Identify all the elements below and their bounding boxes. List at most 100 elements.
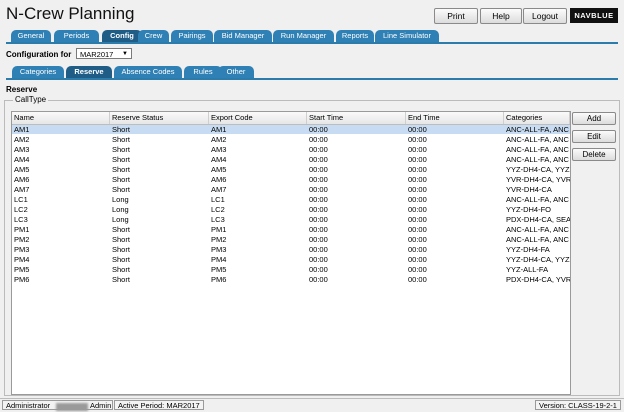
table-row[interactable]: PM1 Short PM1 00:00 00:00 ANC-ALL-FA, ANC xyxy=(12,225,570,234)
table-cell: YYZ-DH4-CA, YYZ xyxy=(506,165,570,174)
table-row[interactable]: AM1 Short AM1 00:00 00:00 ANC-ALL-FA, ANC xyxy=(12,125,570,134)
tab-crew[interactable]: Crew xyxy=(138,30,169,42)
table-cell: PM3 xyxy=(211,245,227,254)
table-cell: PM3 xyxy=(14,245,30,254)
table-cell: 00:00 xyxy=(408,205,427,214)
subtab-rules[interactable]: Rules xyxy=(184,66,222,78)
table-cell: 00:00 xyxy=(309,155,328,164)
delete-button[interactable]: Delete xyxy=(572,148,616,161)
table-row[interactable]: PM2 Short PM2 00:00 00:00 ANC-ALL-FA, ANC xyxy=(12,235,570,244)
status-bar: Administrator Admin Active Period: MAR20… xyxy=(0,398,624,412)
table-row[interactable]: PM3 Short PM3 00:00 00:00 YYZ-DH4-FA xyxy=(12,245,570,254)
table-cell: LC1 xyxy=(211,195,225,204)
table-cell: 00:00 xyxy=(309,135,328,144)
table-cell: PM6 xyxy=(14,275,30,284)
tab-line-simulator[interactable]: Line Simulator xyxy=(375,30,439,42)
table-row[interactable]: LC2 Long LC2 00:00 00:00 YYZ-DH4-FO xyxy=(12,205,570,214)
table-row[interactable]: AM4 Short AM4 00:00 00:00 ANC-ALL-FA, ANC xyxy=(12,155,570,164)
table-cell: Short xyxy=(112,225,130,234)
column-header-end-time[interactable]: End Time xyxy=(406,112,504,124)
status-username: Admin xyxy=(90,401,112,410)
table-cell: Short xyxy=(112,175,130,184)
tab-general[interactable]: General xyxy=(11,30,51,42)
table-cell: PM6 xyxy=(211,275,227,284)
table-cell: AM3 xyxy=(14,145,30,154)
subtab-reserve[interactable]: Reserve xyxy=(66,66,112,78)
table-cell: 00:00 xyxy=(309,165,328,174)
table-row[interactable]: LC1 Long LC1 00:00 00:00 ANC-ALL-FA, ANC xyxy=(12,195,570,204)
config-label: Configuration for xyxy=(6,50,72,59)
table-cell: Long xyxy=(112,205,129,214)
table-cell: 00:00 xyxy=(408,165,427,174)
table-cell: AM7 xyxy=(14,185,30,194)
table-cell: 00:00 xyxy=(408,265,427,274)
configuration-select[interactable]: MAR2017 ▼ xyxy=(76,48,132,59)
navblue-logo: NAVBLUE xyxy=(570,8,618,23)
table-cell: 00:00 xyxy=(408,195,427,204)
table-cell: ANC-ALL-FA, ANC xyxy=(506,125,569,134)
column-header-name[interactable]: Name xyxy=(12,112,110,124)
table-cell: YYZ-DH4-FO xyxy=(506,205,551,214)
table-cell: AM3 xyxy=(211,145,227,154)
column-header-categories[interactable]: Categories xyxy=(504,112,570,124)
tab-pairings[interactable]: Pairings xyxy=(171,30,213,42)
table-cell: 00:00 xyxy=(408,275,427,284)
table-cell: Short xyxy=(112,255,130,264)
table-cell: PM1 xyxy=(211,225,227,234)
table-row[interactable]: LC3 Long LC3 00:00 00:00 PDX-DH4-CA, SEA xyxy=(12,215,570,224)
table-cell: Short xyxy=(112,135,130,144)
tab-run-manager[interactable]: Run Manager xyxy=(273,30,334,42)
tab-periods[interactable]: Periods xyxy=(54,30,99,42)
table-row[interactable]: AM6 Short AM6 00:00 00:00 YVR-DH4-CA, YVR xyxy=(12,175,570,184)
table-cell: AM2 xyxy=(211,135,227,144)
tab-bid-manager[interactable]: Bid Manager xyxy=(214,30,272,42)
table-cell: 00:00 xyxy=(408,175,427,184)
tab-config[interactable]: Config xyxy=(102,30,142,42)
table-cell: 00:00 xyxy=(309,235,328,244)
table-cell: 00:00 xyxy=(309,125,328,134)
table-row[interactable]: PM4 Short PM4 00:00 00:00 YYZ-DH4-CA, YYZ xyxy=(12,255,570,264)
column-header-reserve-status[interactable]: Reserve Status xyxy=(110,112,209,124)
table-row[interactable]: AM7 Short AM7 00:00 00:00 YVR-DH4-CA xyxy=(12,185,570,194)
status-version: Version: CLASS-19-2-1 xyxy=(535,400,621,410)
logout-button[interactable]: Logout xyxy=(523,8,567,24)
calltype-legend: CallType xyxy=(13,95,49,104)
edit-button[interactable]: Edit xyxy=(572,130,616,143)
table-cell: 00:00 xyxy=(408,125,427,134)
table-header: Name Reserve Status Export Code Start Time E… xyxy=(12,112,570,125)
subtab-absence-codes[interactable]: Absence Codes xyxy=(114,66,182,78)
table-cell: PM1 xyxy=(14,225,30,234)
column-header-export-code[interactable]: Export Code xyxy=(209,112,307,124)
table-cell: 00:00 xyxy=(309,255,328,264)
add-button[interactable]: Add xyxy=(572,112,616,125)
table-cell: YVR-DH4-CA, YVR xyxy=(506,175,570,184)
column-header-start-time[interactable]: Start Time xyxy=(307,112,406,124)
table-cell: ANC-ALL-FA, ANC xyxy=(506,145,569,154)
table-cell: AM1 xyxy=(211,125,227,134)
subtab-categories[interactable]: Categories xyxy=(12,66,64,78)
subtab-other[interactable]: Other xyxy=(218,66,254,78)
tab-reports[interactable]: Reports xyxy=(336,30,374,42)
table-cell: ANC-ALL-FA, ANC xyxy=(506,135,569,144)
table-cell: Long xyxy=(112,195,129,204)
table-cell: 00:00 xyxy=(408,245,427,254)
table-row[interactable]: PM5 Short PM5 00:00 00:00 YYZ-ALL-FA xyxy=(12,265,570,274)
table-cell: Short xyxy=(112,125,130,134)
table-cell: Short xyxy=(112,265,130,274)
table-cell: 00:00 xyxy=(408,255,427,264)
app-title: N-Crew Planning xyxy=(6,4,135,23)
table-row[interactable]: AM5 Short AM5 00:00 00:00 YYZ-DH4-CA, YYZ xyxy=(12,165,570,174)
table-row[interactable]: AM2 Short AM2 00:00 00:00 ANC-ALL-FA, ANC xyxy=(12,135,570,144)
table-row[interactable]: AM3 Short AM3 00:00 00:00 ANC-ALL-FA, ANC xyxy=(12,145,570,154)
table-cell: 00:00 xyxy=(309,195,328,204)
print-button[interactable]: Print xyxy=(434,8,478,24)
table-cell: 00:00 xyxy=(309,275,328,284)
table-row[interactable]: PM6 Short PM6 00:00 00:00 PDX-DH4-CA, YVR xyxy=(12,275,570,284)
table-cell: 00:00 xyxy=(309,225,328,234)
table-cell: LC3 xyxy=(14,215,28,224)
table-cell: 00:00 xyxy=(408,135,427,144)
table-cell: Long xyxy=(112,215,129,224)
table-cell: Short xyxy=(112,235,130,244)
chevron-down-icon: ▼ xyxy=(122,51,128,57)
help-button[interactable]: Help xyxy=(480,8,522,24)
